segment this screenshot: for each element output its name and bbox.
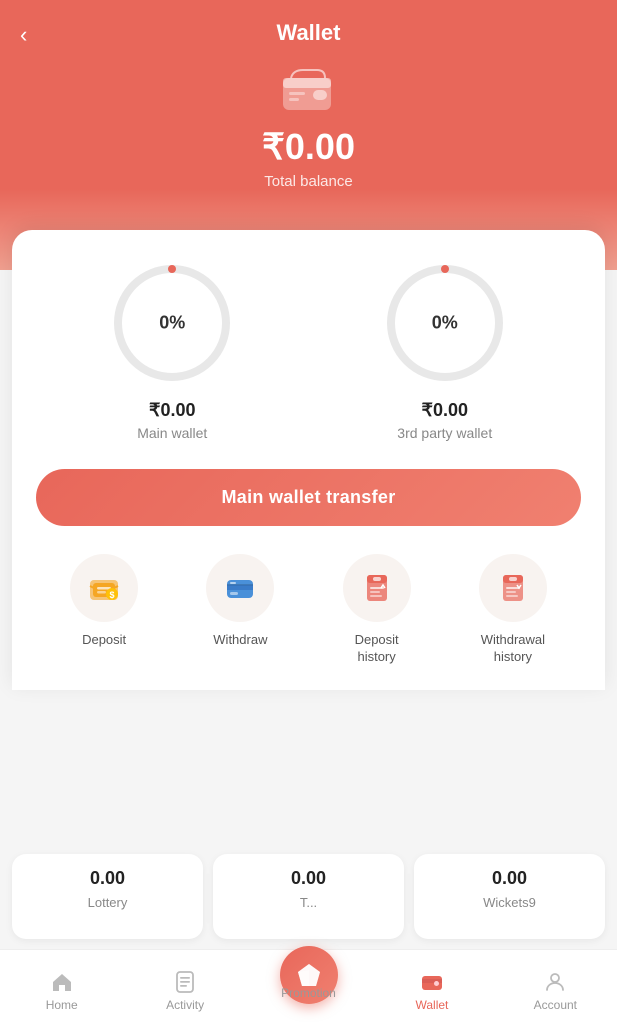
withdraw-label: Withdraw [213, 632, 267, 649]
page-title: Wallet [20, 20, 597, 46]
main-card: 0% ₹0.00 Main wallet 0% ₹0.00 3rd party … [12, 230, 605, 690]
main-wallet-amount: ₹0.00 [149, 400, 196, 421]
main-wallet-name: Main wallet [137, 425, 207, 441]
wallet-circles: 0% ₹0.00 Main wallet 0% ₹0.00 3rd party … [36, 258, 581, 441]
deposit-history-action[interactable]: Deposit history [343, 554, 411, 666]
withdraw-icon [222, 570, 258, 606]
nav-label-account: Account [534, 998, 577, 1012]
wallet-nav-icon [420, 970, 444, 994]
lottery-label: Lottery [88, 895, 128, 910]
withdraw-action[interactable]: Withdraw [206, 554, 274, 649]
deposit-action[interactable]: $ Deposit [70, 554, 138, 649]
bottom-nav: Home Activity Promotion [0, 949, 617, 1024]
wickets9-amount: 0.00 [492, 868, 527, 889]
lottery-wallet-card[interactable]: 0.00 Lottery [12, 854, 203, 939]
t-wallet-card[interactable]: 0.00 T... [213, 854, 404, 939]
account-icon [543, 970, 567, 994]
nav-item-promotion[interactable]: Promotion [247, 971, 370, 1004]
wickets9-wallet-card[interactable]: 0.00 Wickets9 [414, 854, 605, 939]
deposit-history-icon [359, 570, 395, 606]
main-wallet-transfer-button[interactable]: Main wallet transfer [36, 469, 581, 526]
back-button[interactable]: ‹ [20, 22, 27, 48]
nav-item-activity[interactable]: Activity [123, 962, 246, 1012]
withdrawal-history-icon [495, 570, 531, 606]
withdrawal-history-label: Withdrawal history [481, 632, 545, 666]
total-balance-amount: ₹0.00 [20, 126, 597, 168]
action-icons-row: $ Deposit Withdraw [36, 554, 581, 666]
deposit-history-label: Deposit history [355, 632, 399, 666]
wallet-icon [279, 64, 339, 114]
third-party-wallet-item: 0% ₹0.00 3rd party wallet [380, 258, 510, 441]
deposit-history-icon-circle [343, 554, 411, 622]
nav-label-activity: Activity [166, 998, 204, 1012]
third-party-wallet-percent: 0% [432, 313, 458, 334]
nav-item-wallet[interactable]: Wallet [370, 962, 493, 1012]
main-wallet-percent: 0% [159, 313, 185, 334]
withdrawal-history-action[interactable]: Withdrawal history [479, 554, 547, 666]
total-balance-label: Total balance [20, 173, 597, 190]
withdraw-icon-circle [206, 554, 274, 622]
activity-icon [173, 970, 197, 994]
nav-item-home[interactable]: Home [0, 962, 123, 1012]
nav-label-wallet: Wallet [415, 998, 448, 1012]
deposit-label: Deposit [82, 632, 126, 649]
nav-label-home: Home [46, 998, 78, 1012]
wickets9-label: Wickets9 [483, 895, 536, 910]
third-party-wallet-name: 3rd party wallet [397, 425, 492, 441]
main-wallet-item: 0% ₹0.00 Main wallet [107, 258, 237, 441]
deposit-icon: $ [86, 570, 122, 606]
nav-label-promotion: Promotion [281, 986, 336, 1000]
third-party-wallet-circle: 0% [380, 258, 510, 388]
nav-item-account[interactable]: Account [494, 962, 617, 1012]
t-label: T... [300, 895, 317, 910]
sub-wallets-section: 0.00 Lottery 0.00 T... 0.00 Wickets9 [0, 838, 617, 949]
home-icon [50, 970, 74, 994]
main-wallet-circle: 0% [107, 258, 237, 388]
lottery-amount: 0.00 [90, 868, 125, 889]
svg-text:$: $ [110, 590, 115, 600]
withdrawal-history-icon-circle [479, 554, 547, 622]
third-party-wallet-amount: ₹0.00 [422, 400, 469, 421]
t-amount: 0.00 [291, 868, 326, 889]
deposit-icon-circle: $ [70, 554, 138, 622]
